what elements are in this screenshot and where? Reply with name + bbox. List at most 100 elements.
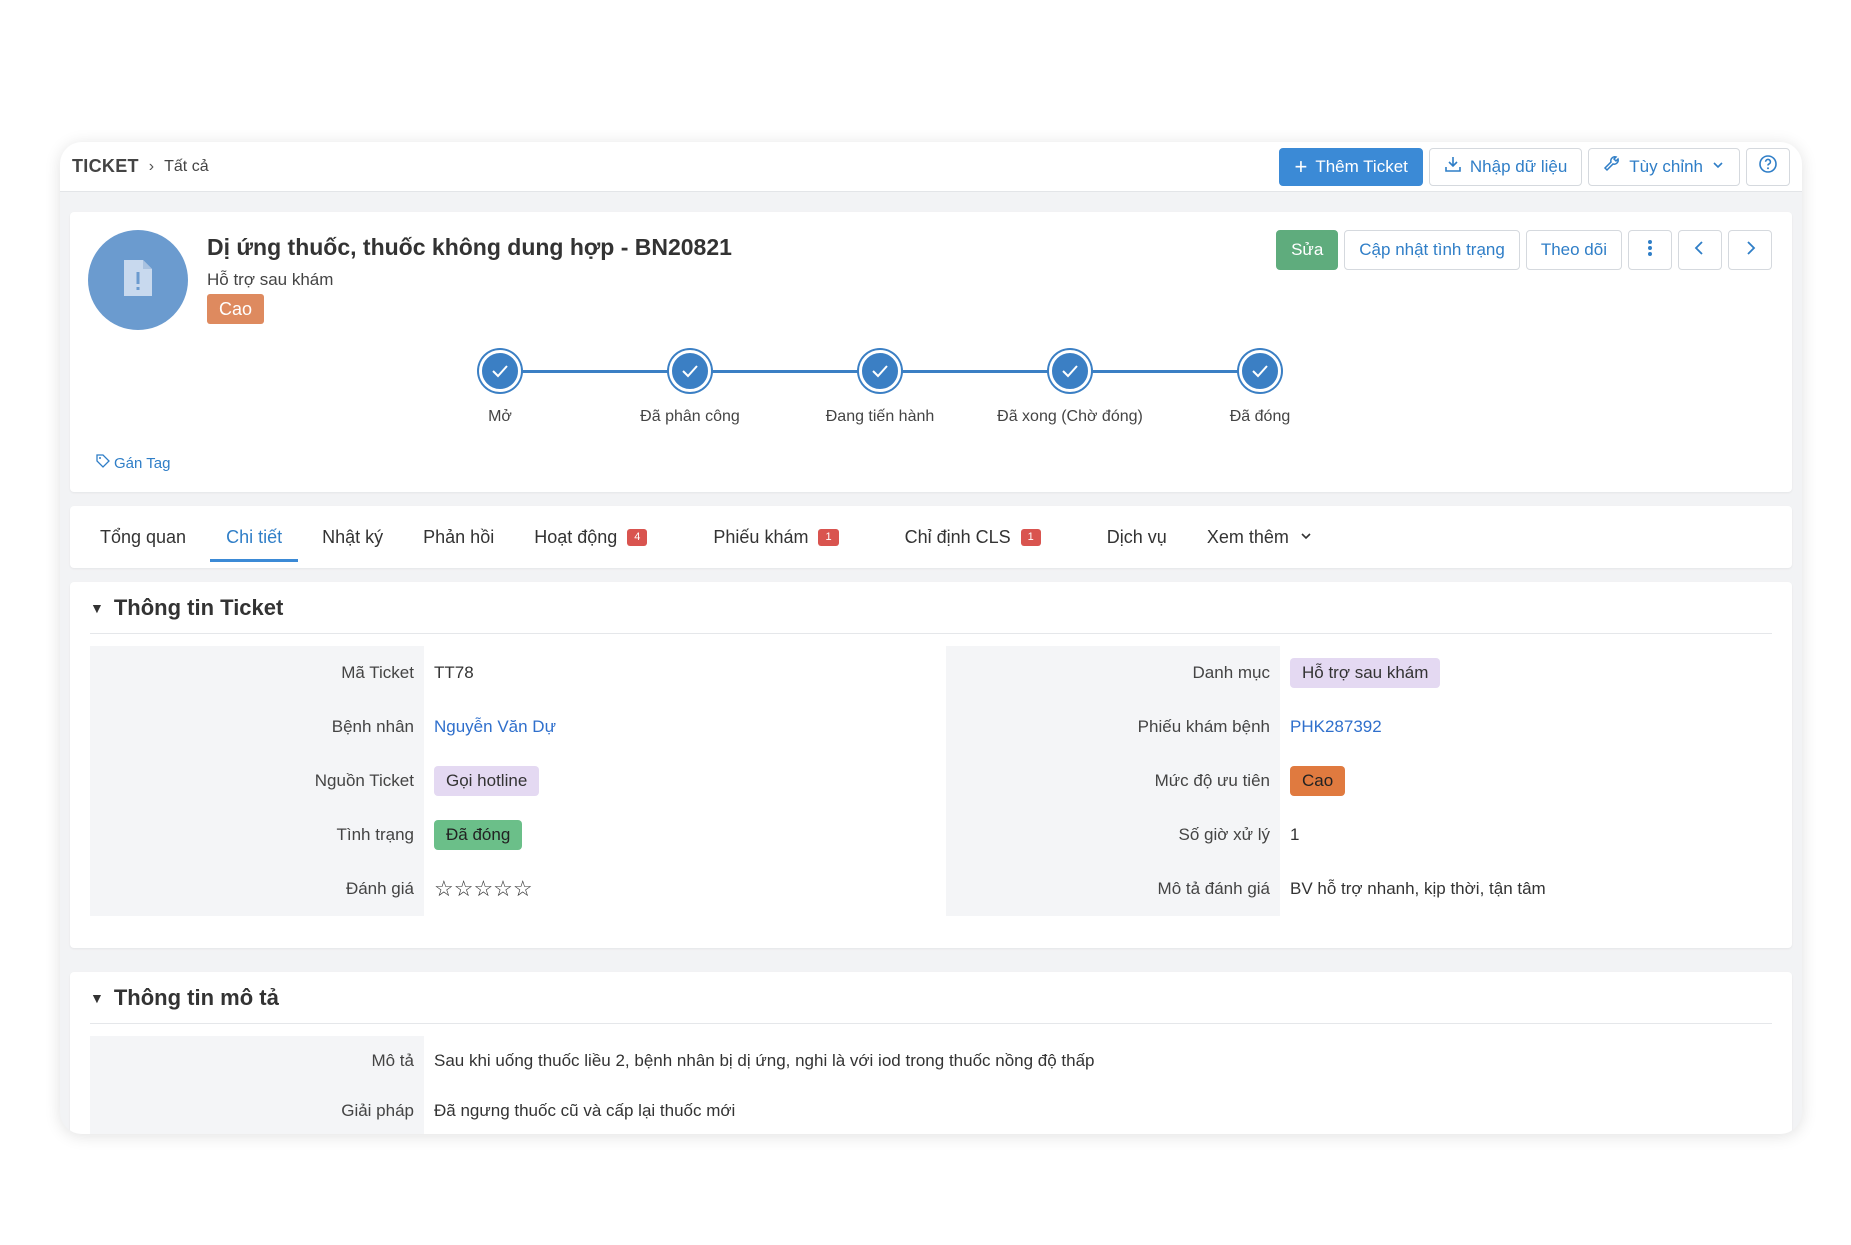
labels-column: Mô tả Giải pháp <box>90 1036 424 1134</box>
ticket-code-value: TT78 <box>434 663 474 682</box>
field-label: Giải pháp <box>341 1101 414 1120</box>
vertical-dots-icon <box>1646 238 1654 263</box>
step-label: Đã xong (Chờ đóng) <box>997 408 1143 425</box>
app-window: TICKET › Tất cả + Thêm Ticket Nhập dữ li… <box>60 142 1802 1134</box>
tab-log[interactable]: Nhật ký <box>302 506 403 568</box>
step-label: Mở <box>488 408 512 425</box>
field-label: Nguồn Ticket <box>314 771 414 790</box>
assign-tag-link[interactable]: Gán Tag <box>96 454 170 472</box>
import-data-button[interactable]: Nhập dữ liệu <box>1428 147 1583 186</box>
tab-lab-orders[interactable]: Chỉ định CLS 1 <box>885 506 1061 568</box>
field-label: Mô tả <box>371 1051 414 1070</box>
add-ticket-button[interactable]: + Thêm Ticket <box>1279 147 1423 186</box>
ticket-avatar <box>88 230 188 330</box>
step-closed[interactable]: Đã đóng <box>1160 350 1360 426</box>
tab-label: Nhật ký <box>322 526 384 547</box>
ticket-info-grid: Mã Ticket Bệnh nhân Nguồn Ticket Tình tr… <box>90 634 1772 916</box>
document-alert-icon <box>121 258 155 303</box>
count-badge: 1 <box>1020 528 1041 546</box>
more-options-button[interactable] <box>1628 230 1672 270</box>
section-header[interactable]: ▼ Thông tin Ticket <box>90 582 1772 634</box>
description-section: ▼ Thông tin mô tả Mô tả Giải pháp Sau kh… <box>70 972 1792 1134</box>
add-ticket-label: Thêm Ticket <box>1315 156 1408 176</box>
tab-details[interactable]: Chi tiết <box>206 506 302 568</box>
patient-link[interactable]: Nguyễn Văn Dự <box>434 717 556 737</box>
section-title: Thông tin Ticket <box>113 594 284 620</box>
import-data-label: Nhập dữ liệu <box>1469 156 1568 176</box>
step-assigned[interactable]: Đã phân công <box>590 350 790 426</box>
solution-value: Đã ngưng thuốc cũ và cấp lại thuốc mới <box>434 1101 736 1120</box>
edit-button[interactable]: Sửa <box>1276 230 1339 270</box>
ticket-info-left: Mã Ticket Bệnh nhân Nguồn Ticket Tình tr… <box>90 646 916 916</box>
description-grid: Mô tả Giải pháp Sau khi uống thuốc liều … <box>90 1024 1772 1134</box>
check-icon <box>479 350 521 392</box>
field-label: Bệnh nhân <box>331 717 414 736</box>
field-label: Số giờ xử lý <box>1178 825 1271 844</box>
tab-feedback[interactable]: Phản hồi <box>403 506 514 568</box>
top-bar: TICKET › Tất cả + Thêm Ticket Nhập dữ li… <box>60 142 1802 192</box>
step-label: Đang tiến hành <box>825 408 935 425</box>
star-rating[interactable]: ☆☆☆☆☆ <box>434 876 533 902</box>
priority-badge: Cao <box>207 294 265 324</box>
update-status-button[interactable]: Cập nhật tình trạng <box>1344 230 1520 270</box>
tabs-bar: Tổng quan Chi tiết Nhật ký Phản hồi Hoạt… <box>70 506 1792 568</box>
top-actions: + Thêm Ticket Nhập dữ liệu Tùy chỉnh <box>1279 147 1790 186</box>
ticket-title: Dị ứng thuốc, thuốc không dung hợp - BN2… <box>207 234 732 260</box>
check-icon <box>859 350 901 392</box>
tab-overview[interactable]: Tổng quan <box>80 506 206 568</box>
tag-icon <box>96 454 110 472</box>
tab-exam-forms[interactable]: Phiếu khám 1 <box>693 506 858 568</box>
chevron-down-icon <box>1299 527 1313 548</box>
download-icon <box>1444 155 1462 178</box>
count-badge: 1 <box>818 528 839 546</box>
chevron-down-icon <box>1711 157 1725 177</box>
chevron-right-icon: › <box>148 157 155 175</box>
step-done-pending[interactable]: Đã xong (Chờ đóng) <box>970 350 1170 426</box>
source-badge: Gọi hotline <box>434 766 540 796</box>
ticket-header-card: Dị ứng thuốc, thuốc không dung hợp - BN2… <box>70 212 1792 492</box>
tab-more[interactable]: Xem thêm <box>1187 506 1333 568</box>
priority-value-badge: Cao <box>1290 766 1346 796</box>
chevron-left-icon <box>1693 240 1707 261</box>
tab-label: Phản hồi <box>423 526 495 547</box>
next-button[interactable] <box>1728 230 1772 270</box>
section-header[interactable]: ▼ Thông tin mô tả <box>90 972 1772 1024</box>
ticket-actions: Sửa Cập nhật tình trạng Theo dõi <box>1276 230 1772 270</box>
tab-label: Tổng quan <box>100 526 187 547</box>
ticket-info-right: Danh mục Phiếu khám bệnh Mức độ ưu tiên … <box>946 646 1772 916</box>
status-badge: Đã đóng <box>434 820 523 850</box>
field-label: Mã Ticket <box>341 663 414 682</box>
caret-down-icon: ▼ <box>90 599 104 616</box>
step-label: Đã đóng <box>1229 408 1291 425</box>
field-label: Tình trạng <box>336 825 415 844</box>
step-in-progress[interactable]: Đang tiến hành <box>780 350 980 426</box>
rating-description-value: BV hỗ trợ nhanh, kịp thời, tận tâm <box>1290 879 1546 898</box>
tab-activity[interactable]: Hoạt động 4 <box>514 506 667 568</box>
count-badge: 4 <box>627 528 648 546</box>
breadcrumb: TICKET › Tất cả <box>72 156 209 177</box>
field-label: Mức độ ưu tiên <box>1154 771 1270 790</box>
field-label: Mô tả đánh giá <box>1157 879 1270 898</box>
tab-label: Xem thêm <box>1206 526 1289 547</box>
field-label: Danh mục <box>1192 663 1270 682</box>
customize-button[interactable]: Tùy chỉnh <box>1588 147 1740 186</box>
tab-label: Chi tiết <box>226 526 283 547</box>
section-title: Thông tin mô tả <box>113 984 279 1010</box>
breadcrumb-current: Tất cả <box>164 157 209 175</box>
help-button[interactable] <box>1746 147 1790 186</box>
tab-services[interactable]: Dịch vụ <box>1087 506 1187 568</box>
exam-form-link[interactable]: PHK287392 <box>1290 717 1382 737</box>
tab-label: Dịch vụ <box>1106 526 1167 547</box>
previous-button[interactable] <box>1678 230 1722 270</box>
check-icon <box>1049 350 1091 392</box>
step-open[interactable]: Mở <box>400 350 600 426</box>
customize-label: Tùy chỉnh <box>1629 156 1703 176</box>
chevron-right-icon <box>1743 240 1757 261</box>
breadcrumb-root[interactable]: TICKET <box>72 156 139 177</box>
values-column: TT78 Nguyễn Văn Dự Gọi hotline Đã đóng ☆… <box>424 646 916 916</box>
check-icon <box>669 350 711 392</box>
check-icon <box>1239 350 1281 392</box>
wrench-icon <box>1603 155 1621 178</box>
field-label: Phiếu khám bệnh <box>1137 717 1270 736</box>
follow-button[interactable]: Theo dõi <box>1525 230 1622 270</box>
